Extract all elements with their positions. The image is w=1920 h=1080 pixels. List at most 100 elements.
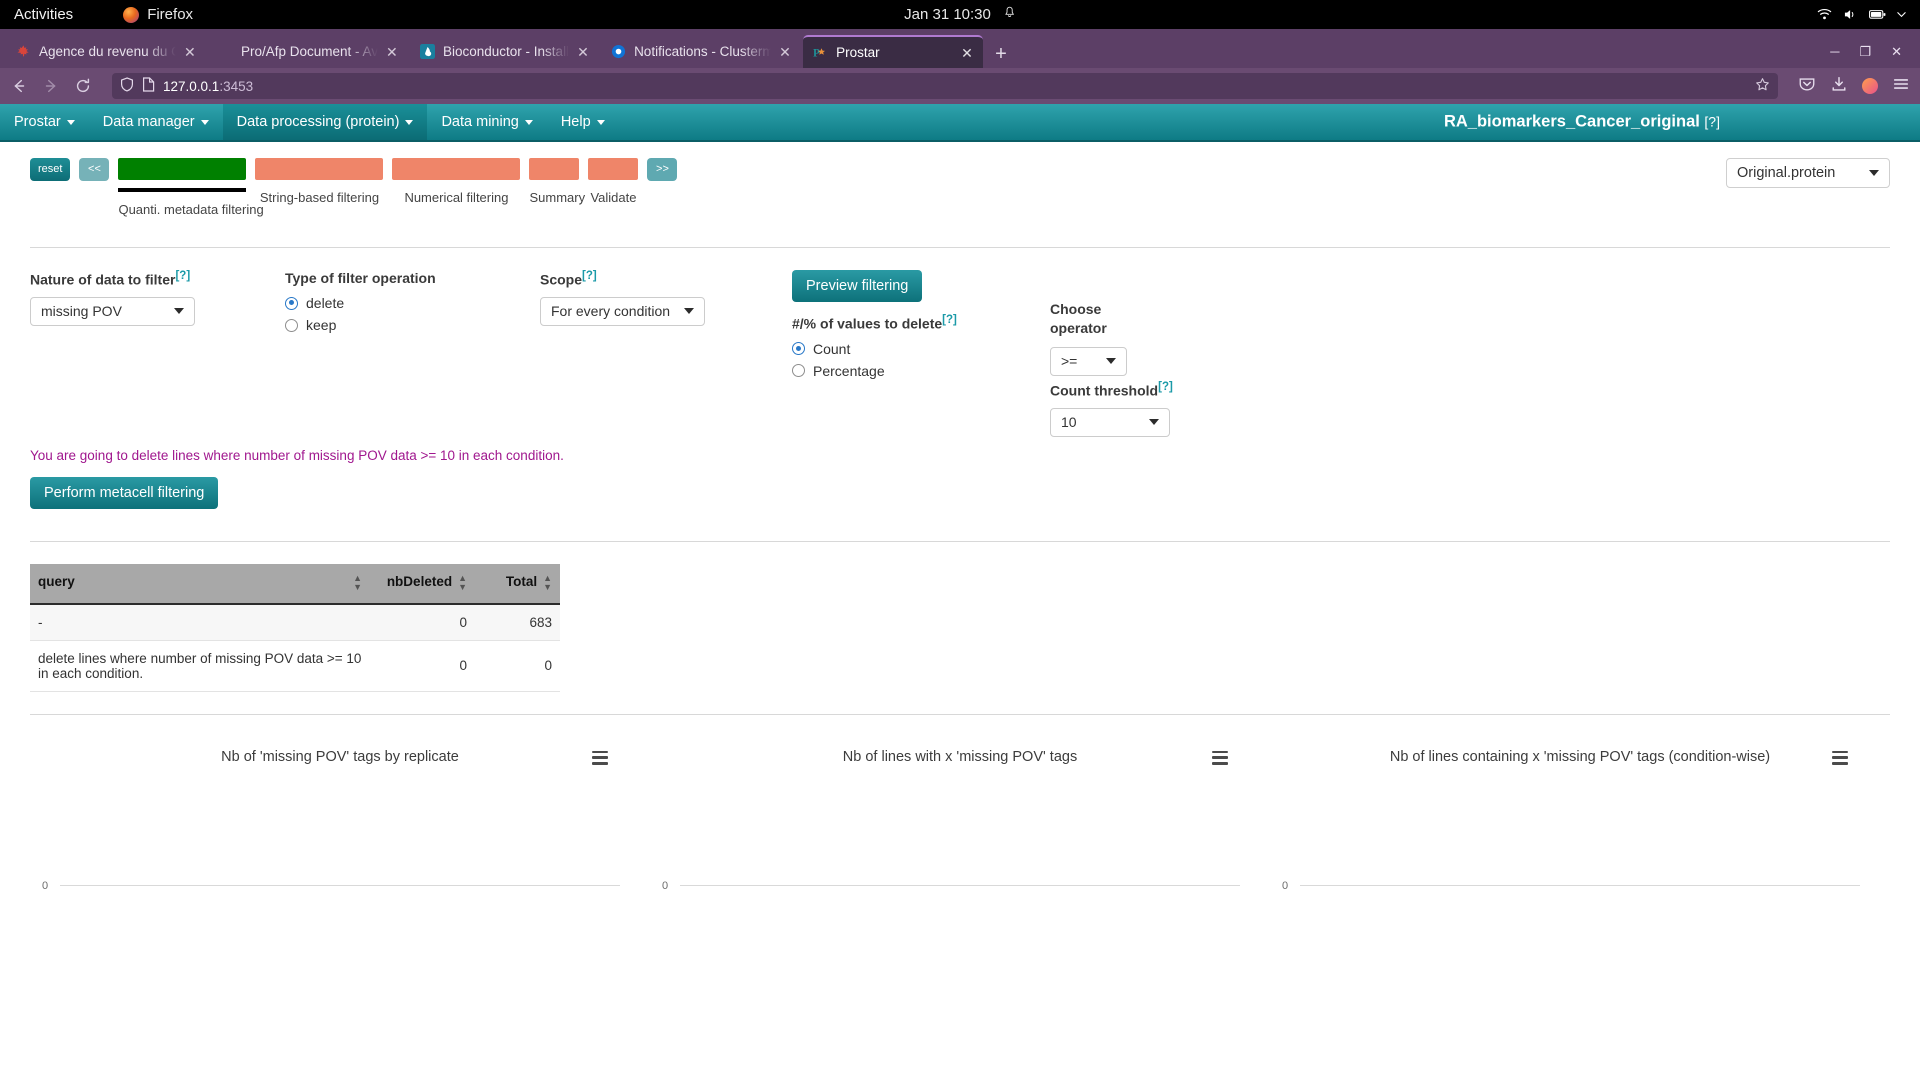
next-step-button[interactable]: >> [647, 158, 678, 181]
svg-text:P: P [813, 47, 820, 59]
minimize-button[interactable]: ─ [1830, 44, 1839, 60]
column-header-total[interactable]: Total ▲ ▼ [475, 564, 560, 605]
dataset-select[interactable]: Original.protein [1726, 158, 1890, 188]
perform-metacell-filtering-button[interactable]: Perform metacell filtering [30, 477, 219, 509]
menu-data-mining[interactable]: Data mining [427, 104, 546, 140]
table-row[interactable]: delete lines where number of missing POV… [30, 640, 560, 692]
shield-icon[interactable] [120, 77, 134, 95]
operator-field: Choose operator >= [1050, 300, 1127, 376]
forward-icon[interactable] [42, 77, 60, 95]
sort-icon[interactable]: ▲ ▼ [353, 573, 362, 593]
active-app-indicator[interactable]: Firefox [123, 6, 193, 23]
step-quanti-metadata-filtering[interactable]: Quanti. metadata filtering [118, 158, 264, 217]
close-icon[interactable]: ✕ [184, 45, 198, 59]
menu-data-manager[interactable]: Data manager [89, 104, 223, 140]
tab-strip: Agence du revenu du Can ✕ Pro/Afp Docume… [0, 29, 1920, 68]
close-icon[interactable]: ✕ [577, 45, 591, 59]
pocket-icon[interactable] [1798, 75, 1816, 98]
blank-icon [218, 44, 233, 59]
count-threshold-value: 10 [1061, 414, 1077, 431]
chart-menu-icon[interactable] [1212, 750, 1228, 765]
nature-of-data-select[interactable]: missing POV [30, 296, 195, 326]
menu-prostar[interactable]: Prostar [0, 104, 89, 140]
help-icon[interactable]: [?] [582, 270, 597, 282]
count-threshold-select[interactable]: 10 [1050, 407, 1170, 437]
chart-menu-icon[interactable] [1832, 750, 1848, 765]
values-to-delete-field: Preview filtering #/% of values to delet… [792, 270, 957, 385]
stepper-row: reset << Quanti. metadata filtering Stri… [30, 142, 1890, 217]
filter-log-table: query ▲ ▼ nbDeleted ▲ ▼ Total ▲ ▼ - 0 683 dele… [30, 564, 560, 692]
step-list: Quanti. metadata filtering String-based … [118, 158, 639, 217]
download-icon[interactable] [1830, 75, 1848, 98]
step-bar [118, 158, 247, 180]
radio-label: keep [306, 317, 337, 333]
nature-of-data-label: Nature of data to filter[?] [30, 270, 191, 288]
radio-delete[interactable]: delete [285, 295, 436, 311]
menu-data-processing-protein[interactable]: Data processing (protein) [222, 104, 428, 140]
column-header-query[interactable]: query ▲ ▼ [30, 564, 370, 605]
operator-label: Choose operator [1050, 301, 1107, 336]
previous-step-button[interactable]: << [79, 158, 110, 181]
hamburger-menu-icon[interactable] [1892, 75, 1910, 98]
maximize-button[interactable]: ❐ [1859, 44, 1871, 60]
step-numerical-filtering[interactable]: Numerical filtering [392, 158, 521, 205]
help-icon[interactable]: [?] [942, 314, 957, 326]
preview-filtering-button[interactable]: Preview filtering [792, 270, 923, 302]
radio-keep[interactable]: keep [285, 317, 436, 333]
chart-menu-icon[interactable] [592, 750, 608, 765]
radio-icon[interactable] [792, 364, 805, 378]
radio-label: delete [306, 295, 345, 311]
window-controls[interactable]: ─ ❐ ✕ [1830, 44, 1914, 68]
close-window-button[interactable]: ✕ [1891, 44, 1902, 60]
reset-button[interactable]: reset [30, 158, 71, 181]
help-icon[interactable]: [?] [175, 270, 190, 282]
menu-help[interactable]: Help [547, 104, 619, 140]
step-validate[interactable]: Validate [588, 158, 639, 205]
cell-total: 0 [475, 640, 560, 692]
radio-icon[interactable] [285, 318, 298, 332]
tab-title: Notifications - Clusterma [634, 44, 772, 59]
page-info-icon[interactable] [142, 77, 155, 95]
sort-icon[interactable]: ▲ ▼ [458, 573, 467, 593]
charts-row: Nb of 'missing POV' tags by replicate 0 … [30, 737, 1890, 962]
close-icon[interactable]: ✕ [961, 46, 975, 60]
radio-count[interactable]: Count [792, 341, 957, 357]
browser-tab[interactable]: Notifications - Clusterma ✕ [601, 35, 801, 68]
clock[interactable]: Jan 31 10:30 [904, 6, 1016, 23]
table-row[interactable]: - 0 683 [30, 603, 560, 641]
chart-axis-line [1300, 884, 1860, 886]
browser-tab[interactable]: Pro/Afp Document - Avis_de ✕ [208, 35, 408, 68]
tab-title: Bioconductor - Install [443, 44, 570, 59]
prostar-icon: P [813, 45, 828, 60]
account-icon[interactable] [1862, 78, 1878, 94]
radio-percentage[interactable]: Percentage [792, 363, 957, 379]
radio-icon[interactable] [792, 342, 805, 356]
step-string-based-filtering[interactable]: String-based filtering [255, 158, 384, 205]
activities-button[interactable]: Activities [14, 6, 73, 23]
system-status-area[interactable] [1817, 8, 1906, 21]
new-tab-button[interactable]: + [985, 44, 1017, 68]
column-header-nbdeleted[interactable]: nbDeleted ▲ ▼ [370, 564, 475, 605]
battery-icon [1869, 9, 1886, 20]
menu-label: Help [560, 114, 591, 130]
back-icon[interactable] [10, 77, 28, 95]
sort-icon[interactable]: ▲ ▼ [543, 573, 552, 593]
step-summary[interactable]: Summary [529, 158, 585, 205]
scope-select[interactable]: For every condition [540, 296, 705, 326]
radio-icon[interactable] [285, 296, 298, 310]
close-icon[interactable]: ✕ [779, 45, 793, 59]
browser-tab-active[interactable]: P Prostar ✕ [803, 35, 984, 68]
help-icon[interactable]: [?] [1158, 381, 1173, 393]
reload-icon[interactable] [74, 77, 92, 95]
browser-tab[interactable]: Bioconductor - Install ✕ [410, 35, 599, 68]
dataset-title-help-icon[interactable]: [?] [1704, 114, 1720, 130]
url-bar[interactable]: 127.0.0.1:3453 [112, 73, 1778, 99]
power-menu-icon[interactable] [1897, 11, 1906, 18]
browser-tab[interactable]: Agence du revenu du Can ✕ [6, 35, 206, 68]
volume-icon [1843, 8, 1858, 21]
step-label: String-based filtering [259, 190, 380, 205]
star-icon[interactable] [1755, 77, 1770, 95]
table-header-row: query ▲ ▼ nbDeleted ▲ ▼ Total ▲ ▼ [30, 564, 560, 605]
close-icon[interactable]: ✕ [386, 45, 400, 59]
operator-select[interactable]: >= [1050, 346, 1127, 376]
